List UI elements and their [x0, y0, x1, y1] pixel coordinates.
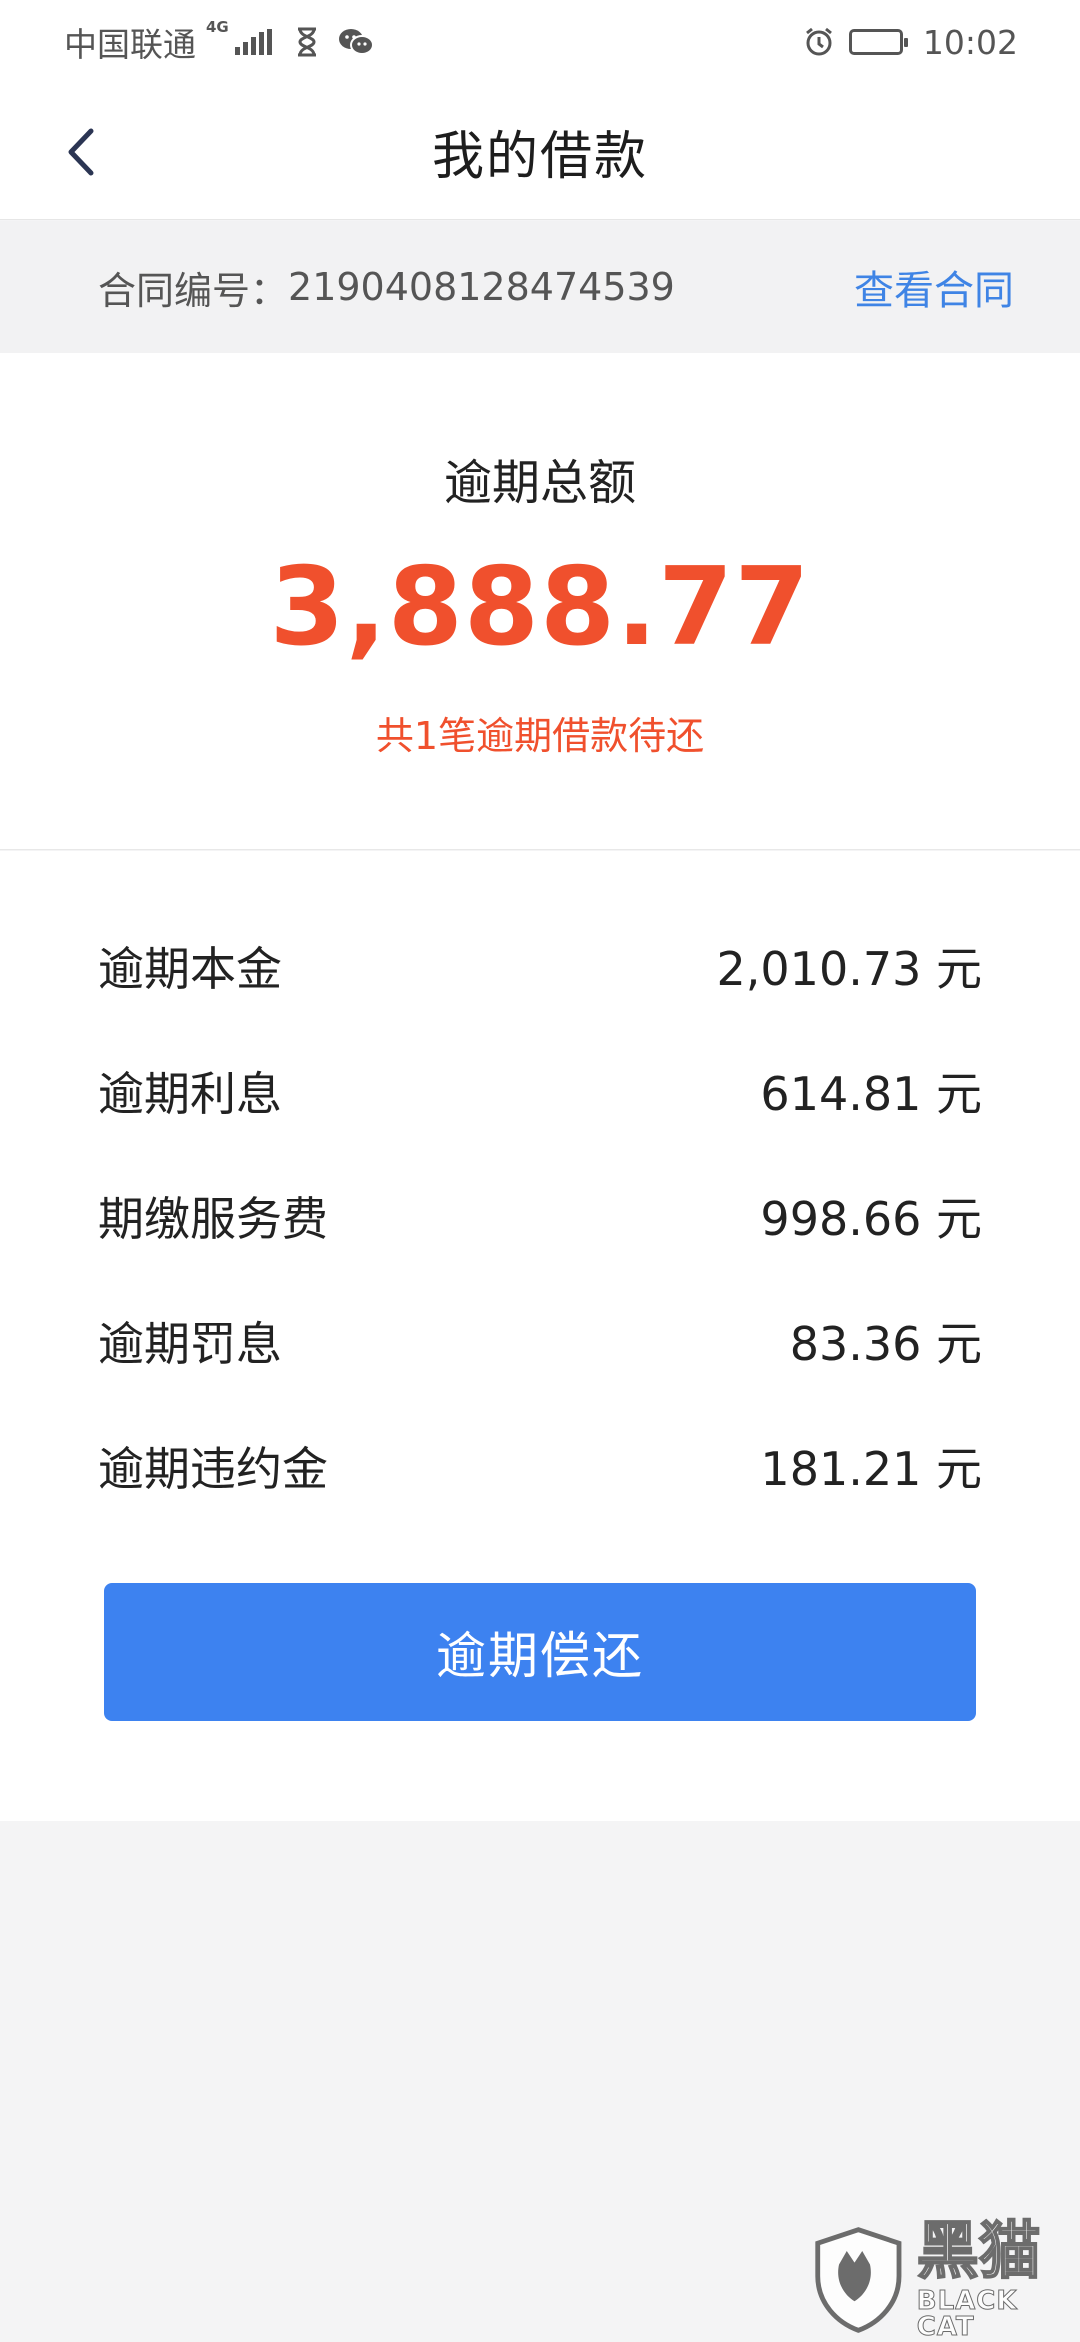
- detail-row-interest: 逾期利息 614.81 元: [98, 1051, 982, 1131]
- detail-value: 614.81 元: [760, 1067, 982, 1121]
- cat-shield-icon: [815, 2227, 902, 2333]
- battery-icon: [848, 29, 908, 55]
- contract-bar: 合同编号： 2190408128474539 查看合同: [0, 221, 1080, 353]
- overdue-total-label: 逾期总额: [443, 455, 636, 511]
- nav-bar: 我的借款: [0, 84, 1080, 220]
- wechat-icon: [338, 27, 374, 57]
- detail-label: 逾期罚息: [98, 1317, 282, 1371]
- detail-value: 998.66 元: [760, 1192, 982, 1246]
- hourglass-icon: [296, 27, 318, 57]
- detail-row-principal: 逾期本金 2,010.73 元: [98, 926, 982, 1006]
- detail-label: 逾期违约金: [98, 1442, 328, 1496]
- page-title: 我的借款: [431, 127, 648, 187]
- chevron-left-icon: [68, 128, 94, 176]
- status-bar: 中国联通 4G 10:02: [0, 0, 1080, 84]
- detail-value: 83.36 元: [789, 1317, 982, 1371]
- overdue-details: 逾期本金 2,010.73 元 逾期利息 614.81 元 期缴服务费 998.…: [0, 851, 1080, 1821]
- detail-row-penalty-interest: 逾期罚息 83.36 元: [98, 1301, 982, 1381]
- overdue-repay-button[interactable]: 逾期偿还: [104, 1583, 976, 1721]
- clock-time: 10:02: [922, 22, 1018, 62]
- back-button[interactable]: [50, 122, 110, 182]
- overdue-count-note: 共1笔逾期借款待还: [375, 714, 705, 758]
- overdue-summary: 逾期总额 3,888.77 共1笔逾期借款待还: [0, 353, 1080, 850]
- overdue-total-amount: 3,888.77: [269, 545, 811, 670]
- signal-icon: [234, 29, 272, 55]
- contract-number: 2190408128474539: [288, 265, 675, 309]
- watermark-en: BLACK CAT: [916, 2286, 1018, 2342]
- status-right: 10:02: [803, 23, 1018, 62]
- detail-label: 逾期本金: [98, 942, 282, 996]
- detail-row-service-fee: 期缴服务费 998.66 元: [98, 1176, 982, 1256]
- network-type: 4G: [206, 18, 229, 36]
- detail-value: 181.21 元: [760, 1442, 982, 1496]
- carrier-name: 中国联通: [64, 25, 196, 64]
- view-contract-link[interactable]: 查看合同: [854, 258, 1014, 316]
- watermark-text: 黑猫 BLACK CAT: [916, 2214, 1080, 2342]
- detail-value: 2,010.73 元: [716, 942, 982, 996]
- contract-label: 合同编号：: [98, 268, 289, 313]
- watermark-cn: 黑猫: [916, 2214, 1042, 2287]
- detail-label: 期缴服务费: [98, 1192, 328, 1246]
- black-cat-watermark: 黑猫 BLACK CAT: [810, 2214, 1080, 2342]
- status-left: 中国联通 4G: [64, 18, 374, 66]
- detail-row-default-fee: 逾期违约金 181.21 元: [98, 1426, 982, 1506]
- alarm-icon: [803, 26, 835, 58]
- detail-label: 逾期利息: [98, 1067, 282, 1121]
